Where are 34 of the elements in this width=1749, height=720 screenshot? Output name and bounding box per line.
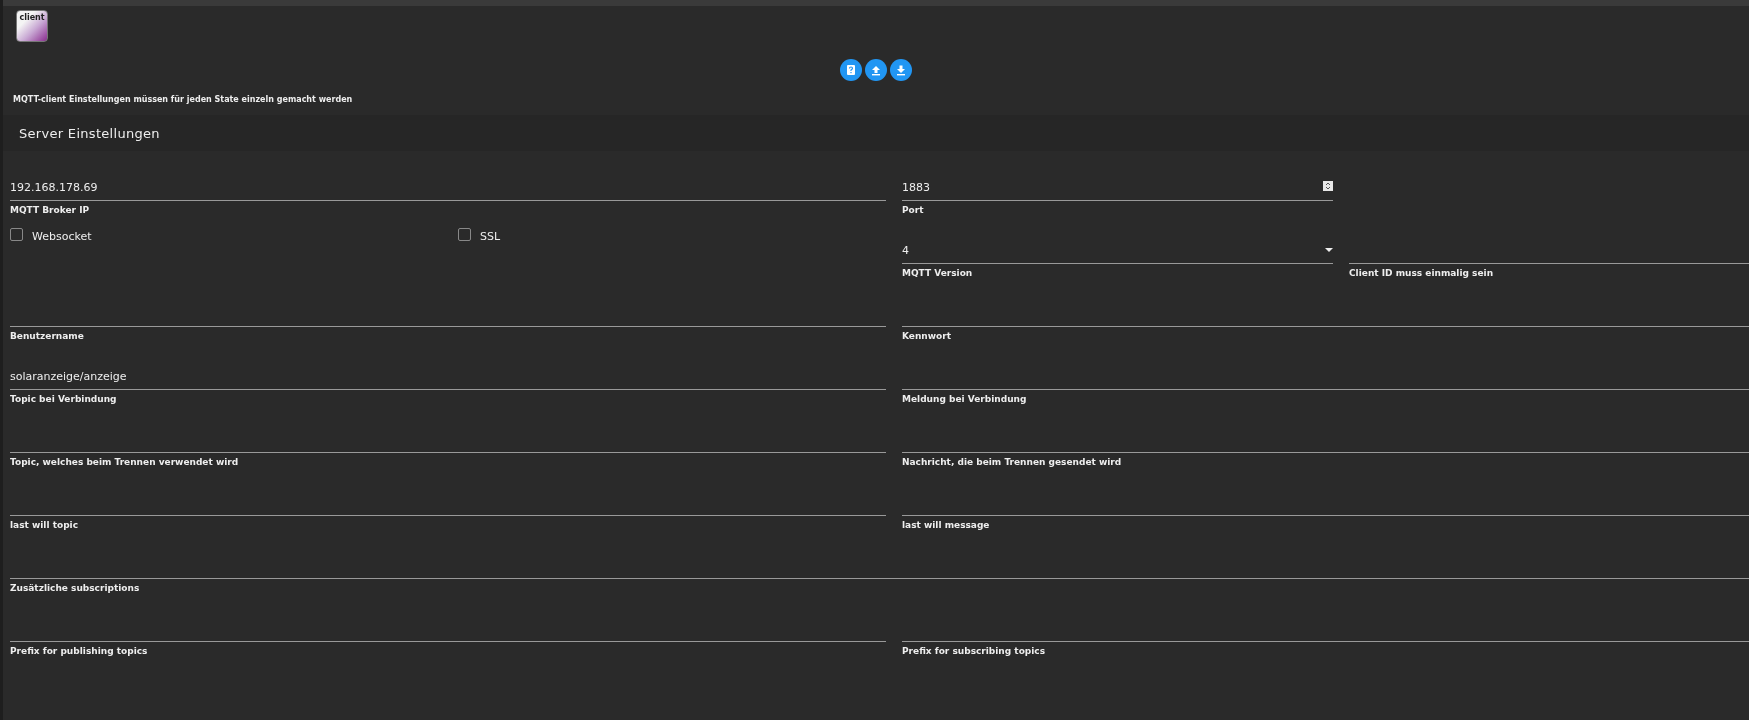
select-field[interactable]: 4 xyxy=(902,218,1333,264)
field-label: last will topic xyxy=(10,519,78,530)
field-label: Zusätzliche subscriptions xyxy=(10,582,140,593)
download-icon xyxy=(895,64,907,76)
field-label: Client ID muss einmalig sein xyxy=(1349,267,1494,278)
section-title: Server Einstellungen xyxy=(19,125,160,141)
input-field[interactable]: 1883 xyxy=(902,155,1333,201)
logo-text: client xyxy=(19,13,45,23)
field-label: Topic bei Verbindung xyxy=(10,393,117,404)
field-label: Prefix for publishing topics xyxy=(10,645,148,656)
download-button[interactable] xyxy=(890,59,912,81)
caret-icon xyxy=(1325,248,1333,253)
field-label: last will message xyxy=(902,519,990,530)
help-icon xyxy=(845,64,857,76)
field-label: Port xyxy=(902,204,924,215)
checkbox-label: Websocket xyxy=(32,229,92,243)
field-label: MQTT Version xyxy=(902,267,973,278)
field-label: Topic, welches beim Trennen verwendet wird xyxy=(10,456,239,467)
field-label: Meldung bei Verbindung xyxy=(902,393,1027,404)
checkbox-label: SSL xyxy=(480,229,501,243)
info-note: MQTT-client Einstellungen müssen für jeden State einzeln gemacht werden xyxy=(12,94,354,106)
upload-icon xyxy=(870,64,882,76)
input-field[interactable]: solaranzeige/anzeige xyxy=(10,344,886,390)
checkbox[interactable] xyxy=(458,228,471,241)
checkbox[interactable] xyxy=(10,228,23,241)
field-label: MQTT Broker IP xyxy=(10,204,90,215)
spinner-icon[interactable] xyxy=(1323,181,1333,191)
help-button[interactable] xyxy=(840,59,862,81)
field-label: Nachricht, die beim Trennen gesendet wird xyxy=(902,456,1122,467)
field-label: Benutzername xyxy=(10,330,84,341)
upload-button[interactable] xyxy=(865,59,887,81)
field-label: Prefix for subscribing topics xyxy=(902,645,1046,656)
input-field[interactable]: 192.168.178.69 xyxy=(10,155,886,201)
field-label: Kennwort xyxy=(902,330,951,341)
